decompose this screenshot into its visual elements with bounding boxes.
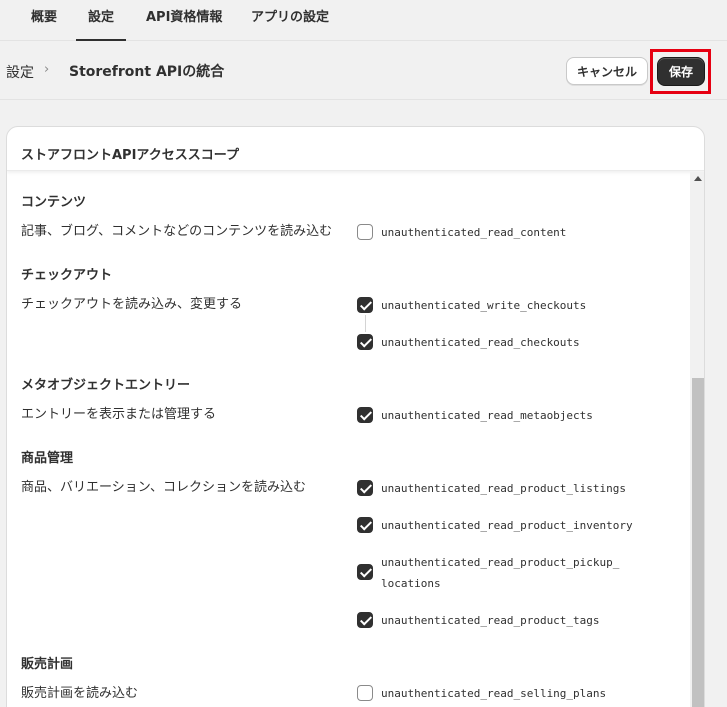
scope-label-read-metaobjects: unauthenticated_read_metaobjects <box>381 409 593 422</box>
scope-checkbox-write-checkouts[interactable] <box>357 297 373 313</box>
scope-checkbox-read-selling-plans[interactable] <box>357 685 373 701</box>
scope-checkbox-read-product-pickup-locations[interactable] <box>357 564 373 580</box>
scope-label-read-product-tags: unauthenticated_read_product_tags <box>381 614 600 627</box>
section-desc-checkout: チェックアウトを読み込み、変更する <box>21 297 243 312</box>
scope-checkbox-read-product-tags[interactable] <box>357 612 373 628</box>
scope-label-read-selling-plans: unauthenticated_read_selling_plans <box>381 687 607 700</box>
scope-dependency-line <box>365 315 366 332</box>
tab-api-credentials[interactable]: API資格情報 <box>146 0 222 41</box>
tab-app-settings[interactable]: アプリの設定 <box>251 0 329 41</box>
scope-checkbox-read-content[interactable] <box>357 224 373 240</box>
page-title: Storefront APIの統合 <box>69 64 225 80</box>
scope-checkbox-read-metaobjects[interactable] <box>357 407 373 423</box>
scrollbar[interactable] <box>690 172 704 707</box>
save-button[interactable]: 保存 <box>657 57 705 86</box>
section-desc-products: 商品、バリエーション、コレクションを読み込む <box>21 480 306 495</box>
section-title-metaobjects: メタオブジェクトエントリー <box>21 378 191 393</box>
scope-label-read-checkouts: unauthenticated_read_checkouts <box>381 336 580 349</box>
section-title-products: 商品管理 <box>21 451 74 466</box>
card-header: ストアフロントAPIアクセススコープ <box>7 127 704 171</box>
cancel-button[interactable]: キャンセル <box>566 57 648 85</box>
section-title-checkout: チェックアウト <box>21 268 113 283</box>
scope-checkbox-read-checkouts[interactable] <box>357 334 373 350</box>
chevron-right-icon: › <box>44 62 50 77</box>
breadcrumb-settings-link[interactable]: 設定 <box>6 62 34 82</box>
section-title-selling-plans: 販売計画 <box>21 657 74 672</box>
tab-settings[interactable]: 設定 <box>76 0 127 41</box>
app-tabs: 概要 設定 API資格情報 アプリの設定 <box>0 0 727 41</box>
scope-label-read-product-listings: unauthenticated_read_product_listings <box>381 482 627 495</box>
scroll-up-arrow-icon[interactable] <box>694 176 702 181</box>
scope-label-write-checkouts: unauthenticated_write_checkouts <box>381 299 587 312</box>
section-desc-selling-plans: 販売計画を読み込む <box>21 686 139 701</box>
scope-label-read-content: unauthenticated_read_content <box>381 226 567 239</box>
scope-label-read-product-pickup-line1: unauthenticated_read_product_pickup_ <box>381 556 620 569</box>
card-title: ストアフロントAPIアクセススコープ <box>21 148 239 163</box>
access-scopes-card: ストアフロントAPIアクセススコープ コンテンツ 記事、ブログ、コメントなどのコ… <box>6 126 705 707</box>
scope-label-read-product-pickup-line2: locations <box>381 577 441 590</box>
section-desc-content: 記事、ブログ、コメントなどのコンテンツを読み込む <box>21 224 333 239</box>
tab-overview[interactable]: 概要 <box>31 0 57 41</box>
scope-checkbox-read-product-inventory[interactable] <box>357 517 373 533</box>
scope-label-read-product-inventory: unauthenticated_read_product_inventory <box>381 519 633 532</box>
section-desc-metaobjects: エントリーを表示または管理する <box>21 407 217 422</box>
page-header: 設定 › Storefront APIの統合 キャンセル 保存 <box>0 42 727 100</box>
scope-checkbox-read-product-listings[interactable] <box>357 480 373 496</box>
scrollbar-thumb[interactable] <box>692 378 704 707</box>
section-title-content: コンテンツ <box>21 195 87 210</box>
